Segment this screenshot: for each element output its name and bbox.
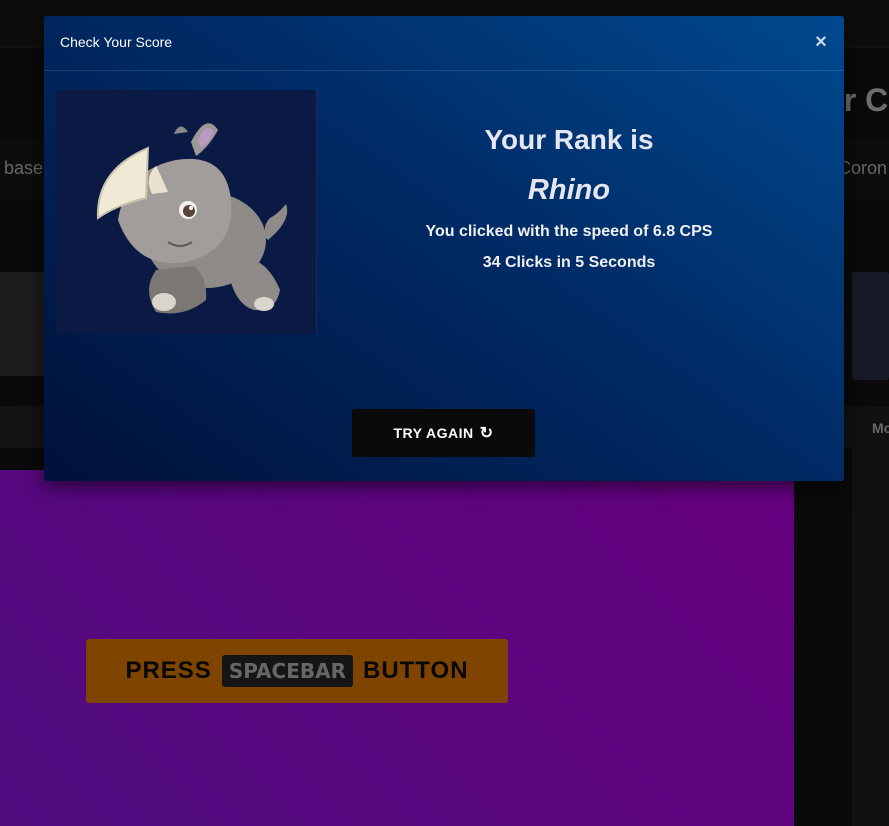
try-again-button[interactable]: TRY AGAIN ↻ [352,409,535,457]
score-modal: Check Your Score × Your Rank is Rhino Yo… [44,16,844,481]
try-again-label: TRY AGAIN [393,425,474,441]
close-button[interactable]: × [810,30,832,54]
rank-heading: Your Rank is [484,124,654,155]
clicks-result: 34 Clicks in 5 Seconds [482,254,656,271]
rhino-icon [96,123,288,314]
rank-name: Rhino [527,174,611,206]
refresh-icon: ↻ [479,425,494,442]
modal-header: Check Your Score × [44,16,844,71]
cps-result: You clicked with the speed of 6.8 CPS [425,223,713,240]
rank-image-panel [56,90,317,334]
modal-title: Check Your Score [60,34,173,50]
